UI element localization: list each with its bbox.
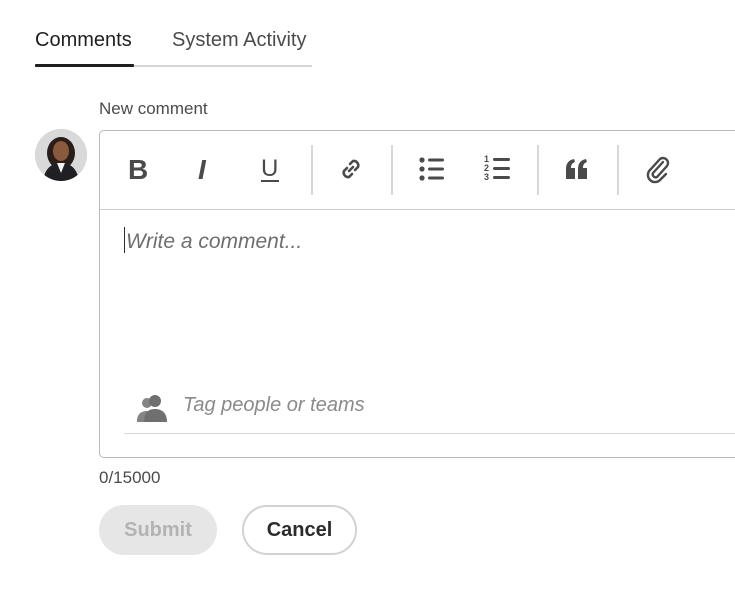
underline-icon: U xyxy=(261,155,279,182)
bold-icon: B xyxy=(128,155,148,183)
quote-icon xyxy=(566,159,587,179)
toolbar-divider xyxy=(537,145,539,195)
people-icon xyxy=(137,395,167,422)
comment-text-input[interactable]: Write a comment... xyxy=(124,227,724,377)
toolbar-divider xyxy=(311,145,313,195)
toolbar-divider xyxy=(617,145,619,195)
tab-system-activity-label: System Activity xyxy=(172,29,307,51)
italic-button[interactable]: I xyxy=(180,145,228,193)
active-tab-indicator xyxy=(35,64,134,67)
submit-button[interactable]: Submit xyxy=(99,505,217,555)
svg-text:U: U xyxy=(261,155,278,182)
numbered-list-icon: 1 2 3 xyxy=(484,154,510,182)
bulleted-list-icon xyxy=(419,157,444,181)
comments-panel: Comments System Activity New comment B I… xyxy=(0,0,735,589)
comment-editor: B I U 1 2 3 Write a comment... Tag peopl… xyxy=(99,130,735,458)
tag-people-placeholder: Tag people or teams xyxy=(183,394,365,416)
new-comment-label: New comment xyxy=(99,99,208,118)
tag-people-field[interactable]: Tag people or teams xyxy=(124,381,735,434)
underline-button[interactable]: U xyxy=(246,145,294,193)
comment-placeholder: Write a comment... xyxy=(126,230,303,253)
italic-icon: I xyxy=(198,155,207,183)
character-count: 0/15000 xyxy=(99,468,161,487)
attach-button[interactable] xyxy=(634,145,682,193)
bold-button[interactable]: B xyxy=(114,145,162,193)
tab-bar: Comments System Activity xyxy=(35,25,312,67)
formatting-toolbar: B I U 1 2 3 xyxy=(100,131,735,210)
tab-system-activity[interactable]: System Activity xyxy=(172,25,306,65)
svg-text:I: I xyxy=(198,155,207,183)
link-icon xyxy=(342,159,360,179)
user-avatar-image xyxy=(35,129,87,181)
toolbar-divider xyxy=(391,145,393,195)
svg-text:B: B xyxy=(128,155,148,183)
numbered-list-button[interactable]: 1 2 3 xyxy=(474,145,522,193)
text-caret xyxy=(124,227,125,253)
tab-comments[interactable]: Comments xyxy=(35,25,134,67)
link-button[interactable] xyxy=(327,145,375,193)
cancel-button[interactable]: Cancel xyxy=(242,505,357,555)
avatar xyxy=(35,129,87,181)
paperclip-icon xyxy=(646,156,670,184)
bulleted-list-button[interactable] xyxy=(408,145,456,193)
tab-comments-label: Comments xyxy=(35,29,132,51)
svg-text:3: 3 xyxy=(484,172,489,182)
quote-button[interactable] xyxy=(553,145,601,193)
